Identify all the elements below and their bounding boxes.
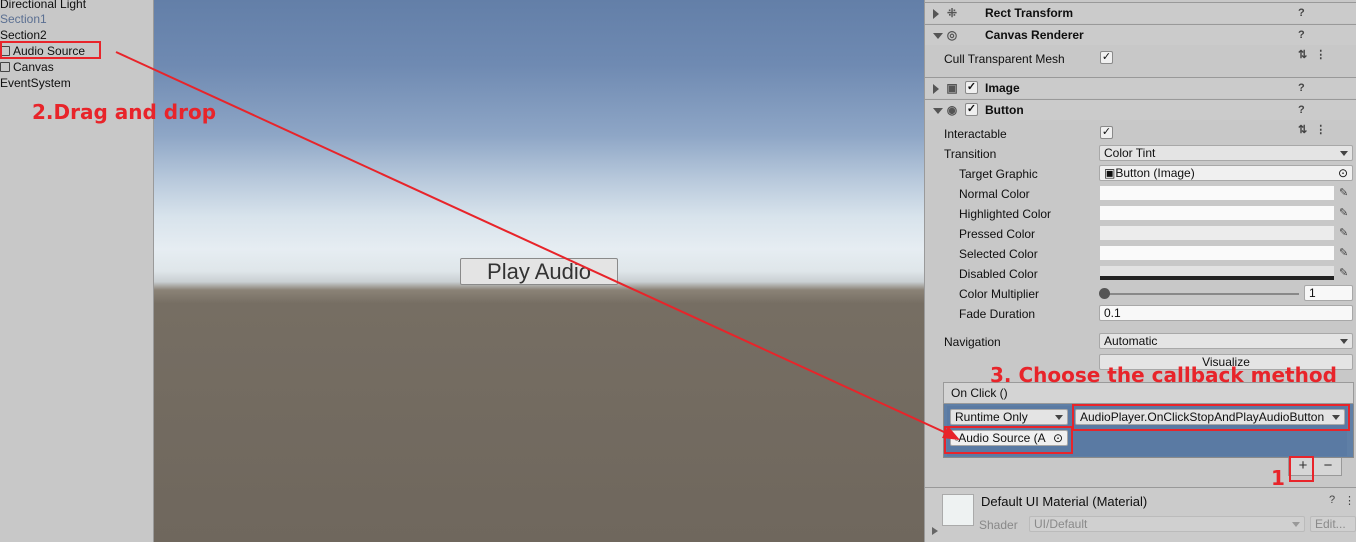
annotation-drag-arrow <box>115 51 960 440</box>
